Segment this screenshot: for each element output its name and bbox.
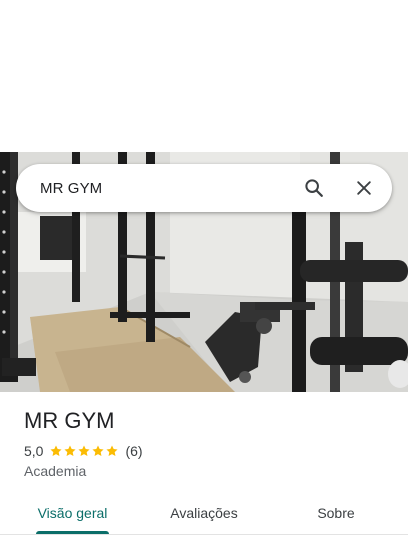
search-input[interactable]: MR GYM xyxy=(16,180,294,197)
place-info: MR GYM 5,0 (6) Academia xyxy=(24,406,394,479)
review-count[interactable]: (6) xyxy=(125,443,142,459)
tab-about[interactable]: Sobre xyxy=(296,494,376,534)
tab-overview[interactable]: Visão geral xyxy=(24,494,121,534)
tabs-divider xyxy=(0,534,408,535)
clear-search-button[interactable] xyxy=(344,168,384,208)
tab-reviews[interactable]: Avaliações xyxy=(152,494,256,534)
star-icon xyxy=(92,445,105,457)
rating-value: 5,0 xyxy=(24,443,44,459)
star-icon xyxy=(106,445,119,457)
search-button[interactable] xyxy=(294,168,334,208)
place-tabs: Visão geral Avaliações Sobre xyxy=(0,494,408,535)
place-title: MR GYM xyxy=(24,408,115,433)
close-icon xyxy=(357,181,371,195)
search-bar[interactable]: MR GYM xyxy=(16,164,392,212)
rating-row[interactable]: 5,0 (6) xyxy=(24,443,394,459)
place-category: Academia xyxy=(24,463,87,479)
star-icon xyxy=(64,445,77,457)
search-icon xyxy=(305,179,323,197)
star-icon xyxy=(78,445,91,457)
star-icon xyxy=(50,445,63,457)
rating-stars xyxy=(49,444,119,458)
